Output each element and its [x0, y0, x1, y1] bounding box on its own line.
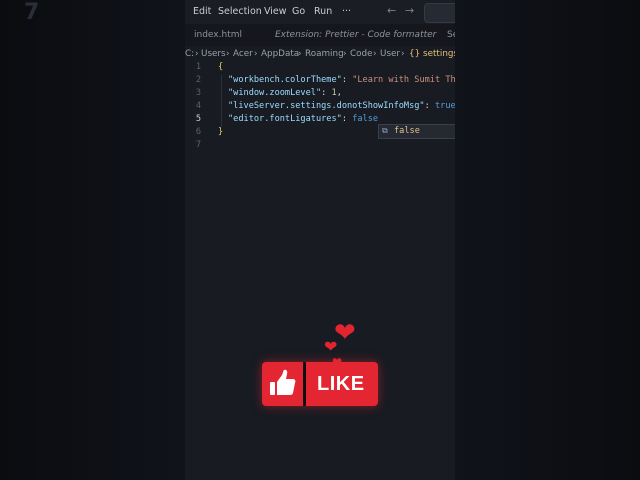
autocomplete-suggestion[interactable]: ⧉ false	[378, 124, 455, 139]
like-button[interactable]: LIKE	[262, 362, 378, 406]
command-center[interactable]	[424, 3, 455, 23]
heart-icon: ❤	[324, 337, 338, 356]
breadcrumb-sep: ›	[226, 49, 230, 59]
json-key: "liveServer.settings.donotShowInfoMsg"	[228, 101, 425, 111]
arrow-left-icon[interactable]: ←	[387, 4, 396, 17]
breadcrumb-sep: ›	[343, 49, 347, 59]
line-number: 3	[195, 88, 201, 98]
tab-extension-prettier[interactable]: Extension: Prettier - Code formatter	[275, 30, 436, 40]
line-number: 5	[195, 114, 201, 124]
breadcrumb-settings-file[interactable]: {} settings.	[409, 49, 455, 59]
breadcrumb-users[interactable]: Users	[201, 49, 226, 59]
json-key: "editor.fontLigatures"	[228, 114, 342, 124]
line-number: 7	[195, 140, 201, 150]
breadcrumb-sep: ›	[195, 49, 199, 59]
line-number: 2	[195, 75, 201, 85]
code-line: 4 "liveServer.settings.donotShowInfoMsg"…	[185, 101, 455, 114]
menu-go[interactable]: Go	[292, 6, 305, 17]
json-key: "workbench.colorTheme"	[228, 75, 342, 85]
line-number: 6	[195, 127, 201, 137]
code-line: 7	[185, 140, 455, 153]
json-key: "window.zoomLevel"	[228, 88, 322, 98]
button-divider	[303, 362, 306, 406]
menu-view[interactable]: View	[264, 6, 287, 17]
tab-index-html[interactable]: index.html	[194, 30, 242, 40]
line-number: 4	[195, 101, 201, 111]
menu-selection[interactable]: Selection	[218, 6, 262, 17]
breadcrumb-roaming[interactable]: Roaming	[305, 49, 344, 59]
like-overlay: ❤ ❤ ❤ LIKE	[262, 320, 382, 410]
breadcrumb-sep: ›	[298, 49, 302, 59]
tab-bar: index.html Extension: Prettier - Code fo…	[185, 24, 455, 46]
json-value: false	[352, 114, 379, 124]
blurred-background-left: 7	[0, 0, 185, 480]
value-icon: ⧉	[382, 126, 388, 135]
menu-more[interactable]: ···	[342, 6, 351, 17]
breadcrumb-appdata[interactable]: AppData	[261, 49, 299, 59]
json-value: true	[434, 101, 455, 111]
breadcrumb-acer[interactable]: Acer	[233, 49, 253, 59]
background-number: 7	[24, 0, 40, 25]
arrow-right-icon[interactable]: →	[405, 4, 414, 17]
menu-run[interactable]: Run	[314, 6, 332, 17]
breadcrumb-code[interactable]: Code	[350, 49, 373, 59]
code-line: 2 "workbench.colorTheme": "Learn with Su…	[185, 75, 455, 88]
close-brace: }	[218, 127, 224, 137]
menu-bar: Edit Selection View Go Run ··· ← →	[185, 0, 455, 24]
breadcrumb-sep: ›	[254, 49, 258, 59]
breadcrumb: C: › Users › Acer › AppData › Roaming › …	[185, 46, 455, 62]
suggestion-label: false	[394, 126, 420, 136]
json-value: "Learn with Sumit The	[352, 75, 455, 85]
thumbs-up-icon	[262, 362, 302, 406]
code-line: 1 {	[185, 62, 455, 75]
breadcrumb-sep: ›	[373, 49, 377, 59]
breadcrumb-drive[interactable]: C:	[185, 49, 194, 59]
line-number: 1	[195, 62, 201, 72]
breadcrumb-sep: ›	[401, 49, 405, 59]
menu-edit[interactable]: Edit	[193, 6, 211, 17]
breadcrumb-user[interactable]: User	[380, 49, 400, 59]
open-brace: {	[218, 62, 224, 72]
code-line: 3 "window.zoomLevel": 1,	[185, 88, 455, 101]
blurred-background-right	[455, 0, 640, 480]
tab-settings[interactable]: Se	[447, 30, 455, 40]
like-label: LIKE	[317, 373, 365, 395]
